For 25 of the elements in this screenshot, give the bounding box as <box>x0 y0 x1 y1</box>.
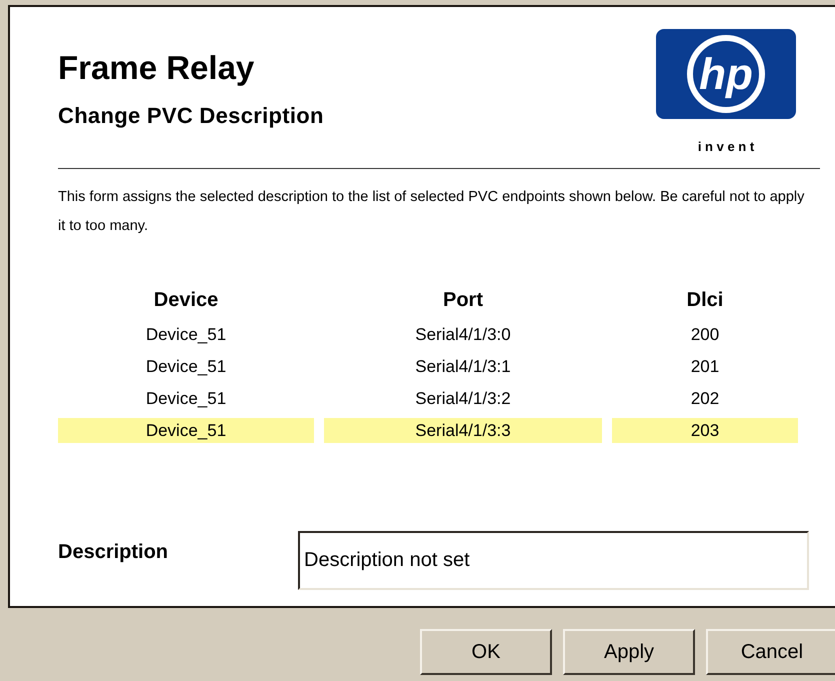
table-cell[interactable]: Device_51 <box>58 322 314 347</box>
table-cell[interactable]: 201 <box>612 354 798 379</box>
table-cell[interactable]: Serial4/1/3:1 <box>324 354 602 379</box>
dialog-button[interactable]: OK <box>420 629 552 675</box>
dialog-button[interactable]: Apply <box>563 629 695 675</box>
column-header: Dlci <box>686 288 724 313</box>
dialog-button[interactable]: Cancel <box>706 629 835 675</box>
table-cell[interactable]: Serial4/1/3:2 <box>324 386 602 411</box>
description-field[interactable]: Description not set <box>298 531 809 590</box>
logo-tagline: i n v e n t <box>698 139 754 154</box>
description-label: Description <box>58 541 170 564</box>
logo-icon: hp <box>656 29 796 119</box>
table-cell[interactable]: 200 <box>612 322 798 347</box>
column-header: Port <box>442 288 484 313</box>
table-cell[interactable]: Device_51 <box>58 418 314 443</box>
table-cell[interactable]: 203 <box>612 418 798 443</box>
page-subtitle: Change PVC Description <box>58 103 324 129</box>
table-cell[interactable]: Device_51 <box>58 386 314 411</box>
table-cell[interactable]: Serial4/1/3:0 <box>324 322 602 347</box>
table-cell[interactable]: Serial4/1/3:3 <box>324 418 602 443</box>
column-header: Device <box>152 288 220 313</box>
table-cell[interactable]: Device_51 <box>58 354 314 379</box>
intro-text: This form assigns the selected description to the list of selected PVC endpoints shown below. Be careful not to apply it to too many. <box>58 188 806 236</box>
table-cell[interactable]: 202 <box>612 386 798 411</box>
page-title: Frame Relay <box>58 49 256 87</box>
